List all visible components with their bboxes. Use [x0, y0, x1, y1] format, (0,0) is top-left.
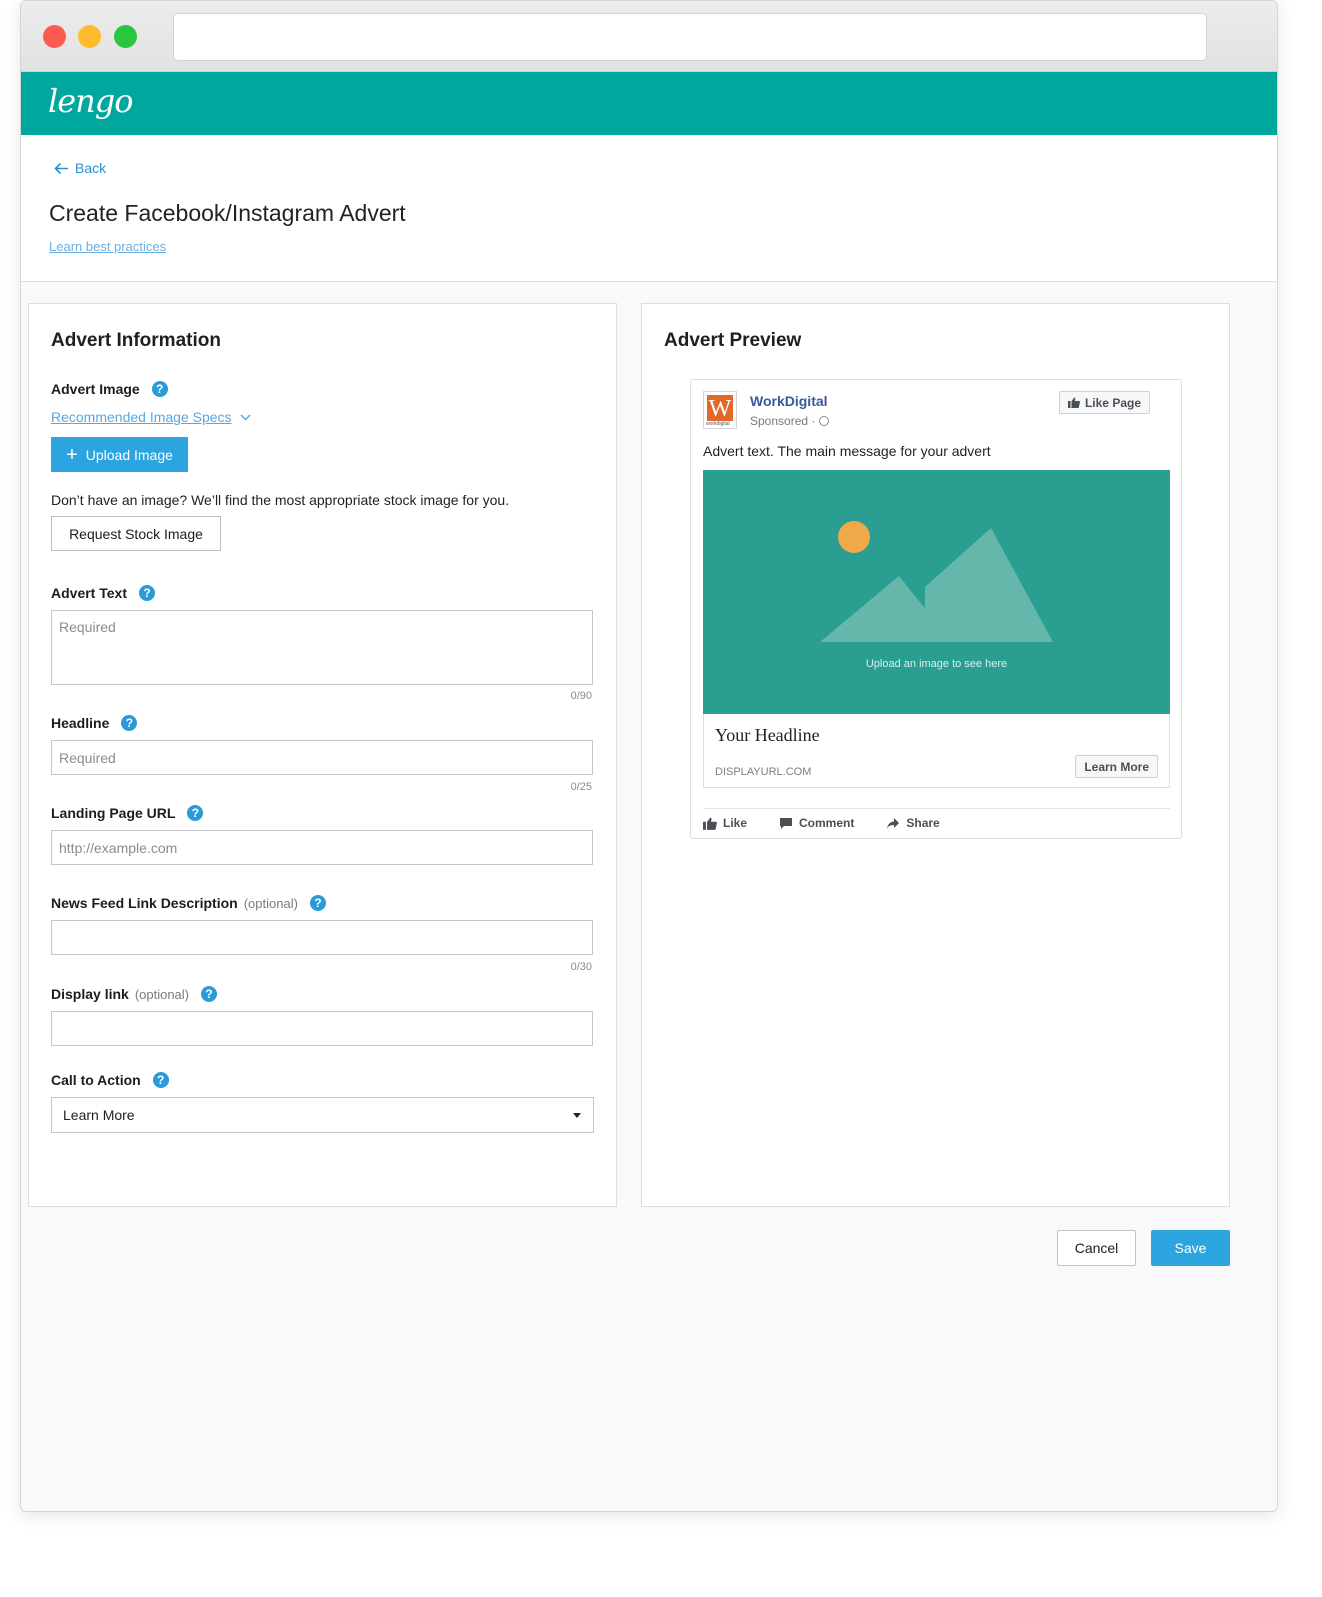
like-action-label: Like	[723, 816, 748, 830]
advert-image-label-text: Advert Image	[51, 381, 140, 397]
learn-best-practices-link[interactable]: Learn best practices	[49, 239, 166, 254]
comment-action-label: Comment	[799, 816, 855, 830]
globe-icon	[819, 416, 830, 426]
image-placeholder-caption: Upload an image to see here	[865, 658, 1008, 670]
page-name-link[interactable]: WorkDigital	[750, 393, 828, 409]
page-avatar: W workdigital	[703, 391, 737, 429]
help-icon[interactable]: ?	[138, 585, 155, 601]
divider	[703, 808, 1170, 809]
facebook-ad-preview-card: W workdigital WorkDigital Sponsored · Li…	[690, 379, 1182, 839]
page-title: Create Facebook/Instagram Advert	[49, 200, 406, 226]
preview-headline: Your Headline	[715, 725, 820, 745]
page-header: Back Create Facebook/Instagram Advert Le…	[21, 135, 1277, 282]
sponsored-label: Sponsored ·	[750, 414, 830, 428]
back-link[interactable]: Back	[54, 160, 106, 176]
page-avatar-letter: W	[707, 395, 733, 422]
thumbs-up-icon	[703, 817, 717, 830]
advert-text-label-text: Advert Text	[51, 585, 127, 601]
call-to-action-label-text: Call to Action	[51, 1072, 141, 1088]
call-to-action-label: Call to Action ?	[51, 1072, 169, 1088]
display-link-label: Display link (optional) ?	[51, 986, 218, 1002]
landing-page-url-input[interactable]	[51, 830, 593, 865]
help-icon[interactable]: ?	[187, 805, 204, 821]
help-icon[interactable]: ?	[201, 986, 218, 1002]
recommended-image-specs-link[interactable]: Recommended Image Specs	[51, 409, 251, 425]
address-bar[interactable]	[173, 13, 1207, 61]
headline-counter: 0/25	[570, 781, 592, 793]
preview-image-placeholder: Upload an image to see here	[703, 470, 1170, 714]
help-icon[interactable]: ?	[121, 715, 138, 731]
help-icon[interactable]: ?	[309, 895, 326, 911]
like-page-button[interactable]: Like Page	[1058, 391, 1150, 414]
preview-link-box: Your Headline DISPLAYURL.COM Learn More	[703, 714, 1170, 788]
chevron-down-icon	[240, 413, 251, 421]
display-link-label-text: Display link	[51, 986, 129, 1002]
page-avatar-subtext: workdigital	[706, 421, 730, 427]
preview-advert-text: Advert text. The main message for your a…	[703, 443, 991, 459]
news-feed-description-label-text: News Feed Link Description	[51, 895, 238, 911]
maximize-window-button[interactable]	[114, 25, 137, 48]
arrow-left-icon	[54, 162, 68, 174]
help-icon[interactable]: ?	[151, 381, 168, 397]
optional-tag: (optional)	[243, 895, 298, 911]
like-action[interactable]: Like	[703, 816, 747, 830]
minimize-window-button[interactable]	[78, 25, 101, 48]
share-action[interactable]: Share	[886, 816, 940, 830]
advert-text-input[interactable]	[51, 610, 593, 685]
thumbs-up-icon	[1067, 397, 1080, 408]
help-icon[interactable]: ?	[152, 1072, 169, 1088]
advert-preview-panel: Advert Preview W workdigital WorkDigital…	[641, 303, 1230, 1207]
preview-display-url: DISPLAYURL.COM	[715, 766, 812, 778]
specs-link-label: Recommended Image Specs	[51, 409, 232, 425]
app-header: lengo	[21, 72, 1277, 135]
display-link-input[interactable]	[51, 1011, 593, 1046]
upload-image-button[interactable]: + Upload Image	[51, 437, 188, 472]
browser-chrome	[21, 1, 1277, 72]
image-placeholder-icon	[820, 521, 1053, 642]
headline-label-text: Headline	[51, 715, 110, 731]
sponsored-text: Sponsored ·	[750, 414, 816, 428]
preview-learn-more-button[interactable]: Learn More	[1075, 755, 1158, 778]
caret-down-icon	[573, 1113, 581, 1118]
save-button[interactable]: Save	[1151, 1230, 1230, 1266]
landing-page-url-label-text: Landing Page URL	[51, 805, 176, 821]
lengo-logo[interactable]: lengo	[48, 82, 134, 120]
comment-icon	[780, 817, 793, 829]
plus-icon: +	[66, 443, 78, 466]
advert-preview-title: Advert Preview	[664, 330, 802, 351]
headline-label: Headline ?	[51, 715, 138, 731]
news-feed-description-input[interactable]	[51, 920, 593, 955]
back-label: Back	[75, 160, 107, 176]
close-window-button[interactable]	[43, 25, 66, 48]
advert-information-title: Advert Information	[51, 330, 221, 351]
request-stock-image-button[interactable]: Request Stock Image	[51, 516, 221, 551]
call-to-action-select[interactable]: Learn More	[51, 1097, 594, 1133]
share-action-label: Share	[906, 816, 940, 830]
cancel-button[interactable]: Cancel	[1057, 1230, 1136, 1266]
news-feed-description-counter: 0/30	[570, 961, 592, 973]
landing-page-url-label: Landing Page URL ?	[51, 805, 204, 821]
upload-image-label: Upload Image	[85, 446, 173, 463]
optional-tag: (optional)	[134, 986, 190, 1002]
like-page-label: Like Page	[1084, 395, 1141, 410]
comment-action[interactable]: Comment	[779, 816, 854, 830]
advert-information-panel: Advert Information Advert Image ? Recomm…	[28, 303, 617, 1207]
headline-input[interactable]	[51, 740, 593, 775]
advert-text-label: Advert Text ?	[51, 585, 155, 601]
call-to-action-value: Learn More	[63, 1107, 135, 1123]
share-icon	[887, 817, 900, 829]
news-feed-description-label: News Feed Link Description (optional) ?	[51, 895, 326, 911]
advert-text-counter: 0/90	[570, 690, 592, 702]
preview-action-bar: Like Comment Share	[703, 816, 940, 830]
advert-image-label: Advert Image ?	[51, 381, 168, 397]
stock-image-hint: Don’t have an image? We’ll find the most…	[51, 492, 510, 508]
